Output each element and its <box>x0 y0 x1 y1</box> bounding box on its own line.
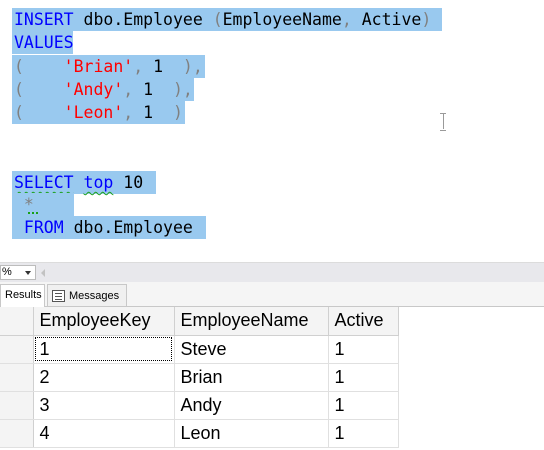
table-row[interactable]: 3 Andy 1 <box>0 391 399 420</box>
code-token: SELECT <box>14 173 74 192</box>
table-row[interactable]: 2 Brian 1 <box>0 363 399 392</box>
code-token: ) <box>421 10 432 29</box>
row-header[interactable] <box>0 335 34 364</box>
code-token: 1 <box>143 103 154 122</box>
tab-results-label: Results <box>5 289 42 301</box>
code-line[interactable]: ( 'Brian', 1 ), <box>12 55 205 78</box>
code-line[interactable]: VALUES <box>12 31 74 54</box>
table-row[interactable]: 4 Leon 1 <box>0 419 399 448</box>
code-token: 10 <box>113 173 144 192</box>
code-token: 1 <box>153 57 164 76</box>
zoom-dropdown[interactable]: % <box>0 265 36 280</box>
code-token: VALUES <box>14 33 74 52</box>
code-token: ( <box>14 80 64 99</box>
grid-cell[interactable]: 4 <box>33 419 175 448</box>
grid-cell[interactable]: Brian <box>174 363 329 392</box>
horizontal-scrollbar[interactable] <box>52 266 544 280</box>
row-header[interactable] <box>0 391 34 420</box>
row-header[interactable] <box>0 363 34 392</box>
messages-icon <box>52 289 65 302</box>
tab-results[interactable]: Results <box>0 284 45 307</box>
code-token: FROM <box>14 218 64 237</box>
syntax-warning-squiggle <box>28 210 38 214</box>
code-token: ( <box>14 103 64 122</box>
grid-corner-cell[interactable] <box>0 307 34 336</box>
row-header[interactable] <box>0 419 34 448</box>
column-header-employeekey[interactable]: EmployeeKey <box>33 307 175 336</box>
code-token: , <box>123 80 144 99</box>
code-token: ( <box>212 10 223 29</box>
code-token: ) <box>153 103 183 122</box>
code-line-text: VALUES <box>14 33 74 52</box>
code-token: ), <box>153 80 193 99</box>
code-line[interactable]: ( 'Andy', 1 ), <box>12 78 194 101</box>
code-token: ), <box>163 57 203 76</box>
code-line-text: ( 'Leon', 1 ) <box>14 103 183 122</box>
zoom-value: % <box>2 266 12 278</box>
code-token: 'Andy' <box>63 80 124 99</box>
code-token: dbo.Employee <box>63 218 193 237</box>
code-token: 1 <box>143 80 154 99</box>
code-token: ( <box>14 57 64 76</box>
results-tab-bar: Results Messages <box>0 282 544 307</box>
column-header-active[interactable]: Active <box>328 307 399 336</box>
results-grid[interactable]: EmployeeKey EmployeeName Active 1 Steve … <box>0 307 399 448</box>
tab-messages[interactable]: Messages <box>47 284 127 306</box>
grid-cell[interactable]: 1 <box>33 335 175 364</box>
editor-status-bar: % <box>0 262 544 282</box>
table-row[interactable]: 1 Steve 1 <box>0 335 399 364</box>
code-token: 'Leon' <box>63 103 124 122</box>
code-line[interactable]: ( 'Leon', 1 ) <box>12 101 185 124</box>
code-line-text: SELECT top 10 <box>14 173 143 192</box>
grid-cell[interactable]: Steve <box>174 335 329 364</box>
code-token: Active <box>361 10 422 29</box>
code-token: EmployeeName <box>222 10 342 29</box>
code-line-text: ( 'Brian', 1 ), <box>14 57 203 76</box>
code-token: INSERT <box>14 10 74 29</box>
code-line[interactable]: INSERT dbo.Employee (EmployeeName, Activ… <box>12 8 442 31</box>
grid-cell[interactable]: 1 <box>328 335 399 364</box>
sql-editor[interactable]: INSERT dbo.Employee (EmployeeName, Activ… <box>0 0 544 262</box>
code-line[interactable]: FROM dbo.Employee <box>12 216 206 239</box>
text-cursor-ibeam-icon <box>440 113 446 131</box>
code-line-text: FROM dbo.Employee <box>14 218 193 237</box>
column-header-employeename[interactable]: EmployeeName <box>174 307 329 336</box>
code-token: , <box>123 103 144 122</box>
grid-cell[interactable]: 1 <box>328 391 399 420</box>
code-line[interactable]: SELECT top 10 <box>12 171 156 194</box>
code-line-text: ( 'Andy', 1 ), <box>14 80 193 99</box>
grid-cell[interactable]: 1 <box>328 363 399 392</box>
code-token: 'Brian' <box>63 57 134 76</box>
grid-cell[interactable]: 3 <box>33 391 175 420</box>
grid-cell[interactable]: 2 <box>33 363 175 392</box>
grid-cell[interactable]: 1 <box>328 419 399 448</box>
code-token: , <box>341 10 362 29</box>
code-line-text: INSERT dbo.Employee (EmployeeName, Activ… <box>14 10 431 29</box>
scroll-left-arrow-icon[interactable] <box>41 269 45 277</box>
code-token: dbo.Employee <box>73 10 213 29</box>
code-token: , <box>133 57 154 76</box>
code-token: top <box>83 173 114 192</box>
grid-cell[interactable]: Andy <box>174 391 329 420</box>
grid-header-row: EmployeeKey EmployeeName Active <box>0 307 399 336</box>
results-grid-area: EmployeeKey EmployeeName Active 1 Steve … <box>0 307 544 450</box>
tab-messages-label: Messages <box>69 289 120 302</box>
chevron-down-icon[interactable] <box>25 271 31 275</box>
grid-cell[interactable]: Leon <box>174 419 329 448</box>
